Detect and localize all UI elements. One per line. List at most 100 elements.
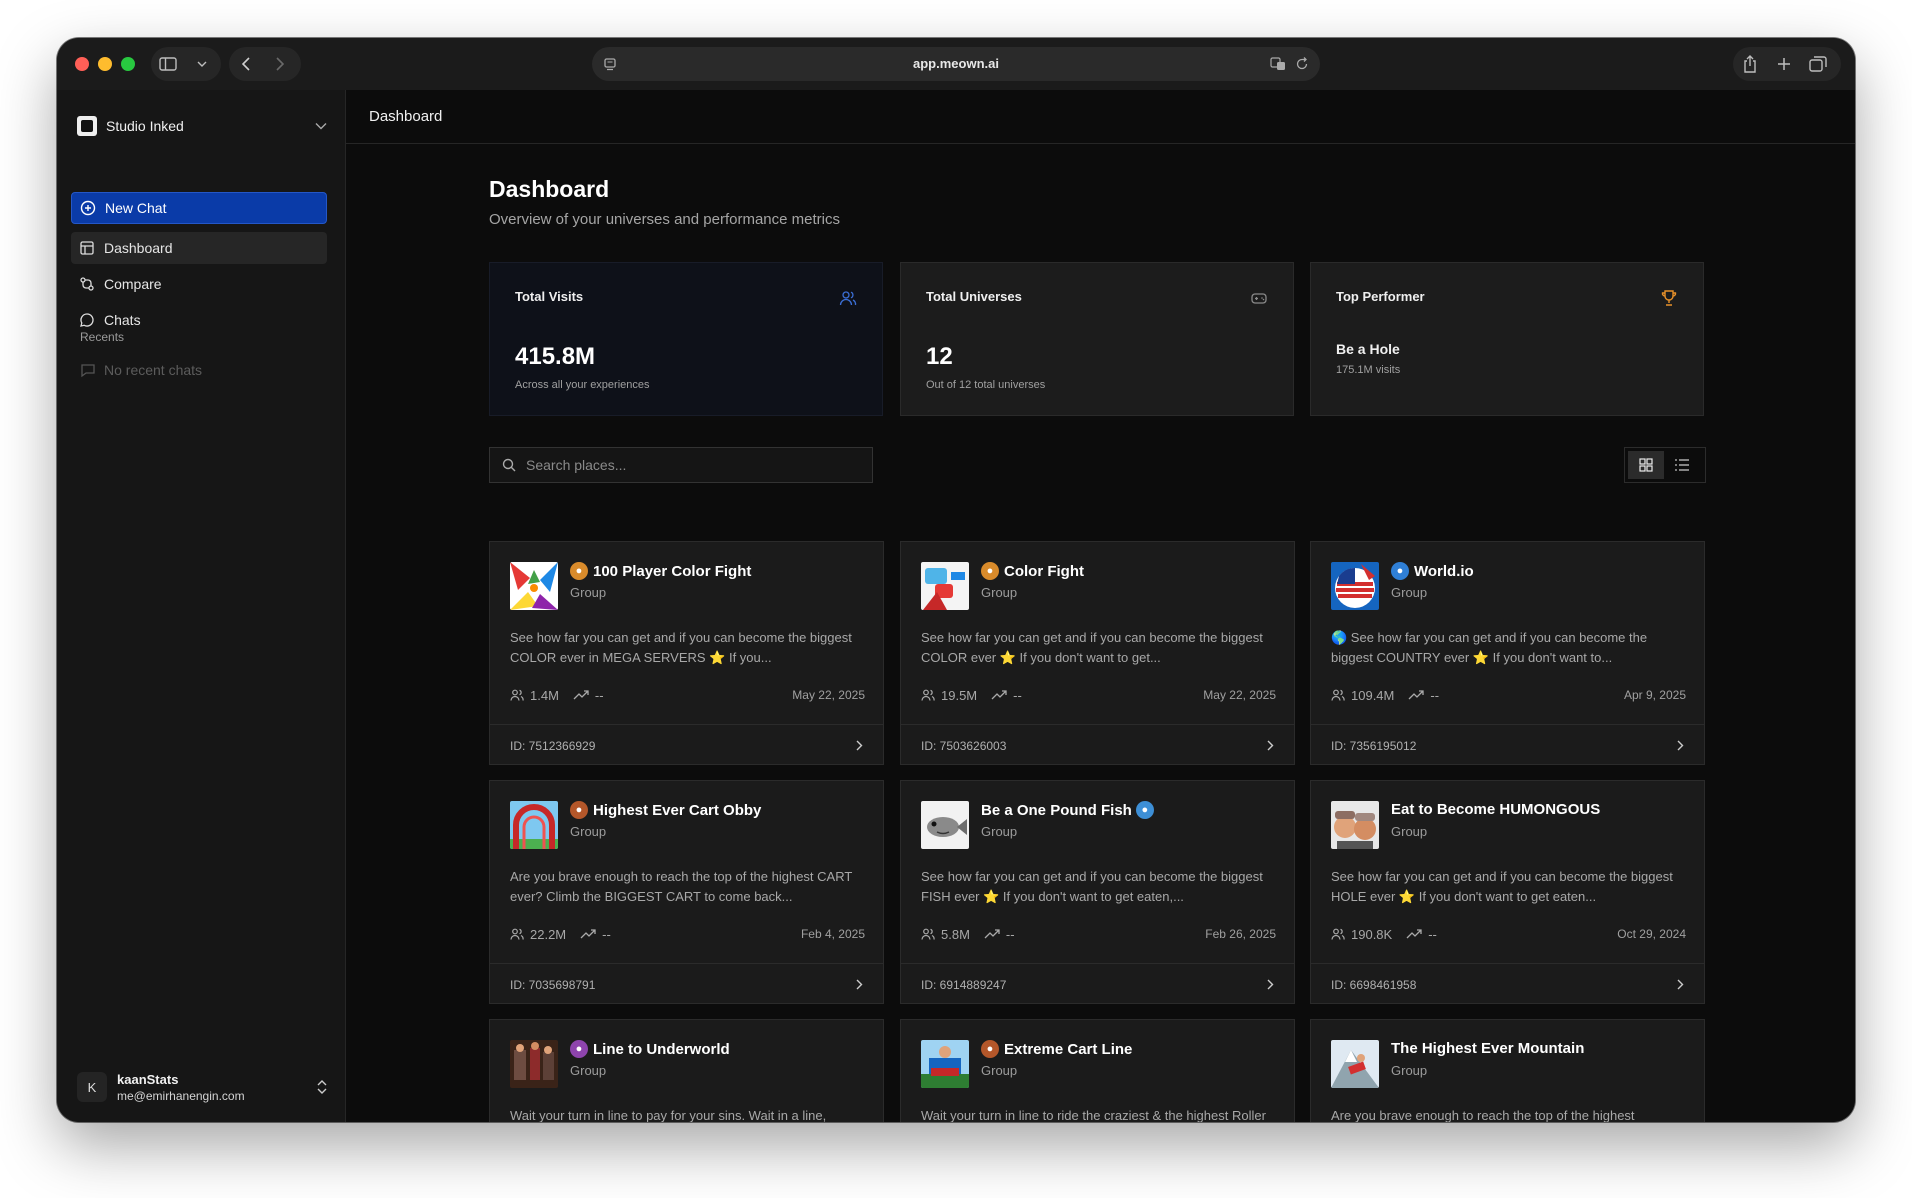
updated-date: Feb 26, 2025: [1205, 927, 1276, 941]
place-card[interactable]: Eat to Become HUMONGOUS Group See how fa…: [1310, 780, 1705, 1004]
updated-date: May 22, 2025: [1203, 688, 1276, 702]
sidebar: Studio Inked New Chat Dashboard Compare …: [57, 90, 345, 1122]
trend-value: --: [1430, 687, 1440, 703]
back-arrow-icon[interactable]: [229, 47, 263, 81]
chevron-down-icon: [315, 123, 327, 130]
sidebar-item-dashboard[interactable]: Dashboard: [71, 232, 327, 264]
stat-note: Across all your experiences: [515, 379, 650, 391]
sidebar-item-compare[interactable]: Compare: [71, 268, 327, 300]
users-icon: [510, 689, 524, 701]
trending-up-icon: [580, 929, 596, 939]
stat-label: Total Visits: [515, 289, 584, 304]
page-title: Dashboard: [489, 176, 610, 202]
place-title-text: Be a One Pound Fish: [981, 801, 1132, 819]
user-menu[interactable]: K kaanStats me@emirhanengin.com: [77, 1068, 327, 1106]
stat-label: Total Universes: [926, 289, 1022, 304]
place-metrics: 109.4M -- Apr 9, 2025: [1331, 687, 1686, 703]
place-card[interactable]: ● Extreme Cart Line Group Wait your turn…: [900, 1019, 1295, 1122]
place-id: ID: 7035698791: [510, 977, 596, 992]
zoom-window-button[interactable]: [121, 57, 135, 71]
place-card-footer[interactable]: ID: 7356195012: [1311, 724, 1704, 764]
place-card-footer[interactable]: ID: 7035698791: [490, 963, 883, 1003]
trend-value: --: [1428, 926, 1437, 942]
new-tab-icon[interactable]: [1767, 47, 1801, 81]
stat-card-total-universes: Total Universes 12 Out of 12 total unive…: [900, 262, 1294, 416]
place-card[interactable]: The Highest Ever Mountain Group Are you …: [1310, 1019, 1705, 1122]
list-view-button[interactable]: [1664, 451, 1700, 479]
place-card-footer[interactable]: ID: 6698461958: [1311, 963, 1704, 1003]
place-description: 🌎 See how far you can get and if you can…: [1331, 630, 1648, 665]
place-card[interactable]: Be a One Pound Fish ● Group See how far …: [900, 780, 1295, 1004]
place-title: ● World.io: [1391, 562, 1474, 580]
stat-label: Top Performer: [1336, 289, 1425, 304]
place-type: Group: [570, 585, 607, 600]
place-card[interactable]: ● Color Fight Group See how far you can …: [900, 541, 1295, 765]
search-box[interactable]: [489, 447, 873, 483]
trending-up-icon: [573, 690, 589, 700]
address-bar[interactable]: app.meown.ai: [592, 47, 1320, 81]
share-icon[interactable]: [1733, 47, 1767, 81]
updated-date: Oct 29, 2024: [1617, 927, 1686, 941]
forward-arrow-icon[interactable]: [263, 47, 297, 81]
place-type: Group: [570, 824, 607, 839]
plus-circle-icon: [80, 200, 96, 216]
place-type: Group: [981, 1063, 1018, 1078]
trend-value: --: [1005, 926, 1015, 942]
updated-date: Apr 9, 2025: [1623, 688, 1686, 702]
close-window-button[interactable]: [75, 57, 89, 71]
place-card[interactable]: ● World.io Group 🌎 See how far you can g…: [1310, 541, 1705, 765]
place-metrics: 190.8K -- Oct 29, 2024: [1331, 926, 1686, 942]
sidebar-item-label: Dashboard: [104, 240, 173, 256]
rollercoaster-icon: ●: [570, 801, 588, 819]
place-description: See how far you can get and if you can b…: [1331, 869, 1673, 904]
place-card-footer[interactable]: ID: 7503626003: [901, 724, 1294, 764]
place-description: Wait your turn in line to ride the crazi…: [921, 1108, 1266, 1122]
place-card-footer[interactable]: ID: 6914889247: [901, 963, 1294, 1003]
stat-card-top-performer: Top Performer Be a Hole 175.1M visits: [1310, 262, 1704, 416]
user-email: me@emirhanengin.com: [117, 1088, 245, 1103]
translate-icon[interactable]: [1270, 56, 1286, 72]
place-card-footer[interactable]: ID: 7512366929: [490, 724, 883, 764]
place-description: See how far you can get and if you can b…: [510, 630, 852, 665]
grid-icon: [1639, 458, 1653, 472]
grid-view-button[interactable]: [1628, 451, 1664, 479]
place-thumbnail: [921, 1040, 969, 1088]
place-thumbnail: [1331, 562, 1379, 610]
globe-icon: ●: [1391, 562, 1409, 580]
place-type: Group: [1391, 585, 1428, 600]
search-icon: [502, 458, 516, 472]
visits-count: 5.8M: [941, 926, 970, 942]
stat-value: 415.8M: [515, 343, 596, 370]
place-card[interactable]: ● 100 Player Color Fight Group See how f…: [489, 541, 884, 765]
place-id: ID: 6914889247: [921, 977, 1007, 992]
place-type: Group: [570, 1063, 607, 1078]
palette-icon: ●: [570, 562, 588, 580]
place-type: Group: [1391, 1063, 1428, 1078]
minimize-window-button[interactable]: [98, 57, 112, 71]
list-icon: [1675, 459, 1689, 471]
place-type: Group: [1391, 824, 1428, 839]
visits-count: 22.2M: [530, 926, 567, 942]
chevron-down-icon[interactable]: [185, 47, 219, 81]
place-card[interactable]: ● Highest Ever Cart Obby Group Are you b…: [489, 780, 884, 1004]
sidebar-item-label: Compare: [104, 276, 162, 292]
place-description: Are you brave enough to reach the top of…: [1331, 1108, 1635, 1122]
sidebar-toggle-icon[interactable]: [151, 47, 185, 81]
org-switcher[interactable]: Studio Inked: [77, 112, 327, 140]
fish-icon: ●: [1135, 801, 1154, 819]
place-card[interactable]: ● Line to Underworld Group Wait your tur…: [489, 1019, 884, 1122]
trend-value: --: [1013, 687, 1022, 703]
place-title: ● Color Fight: [981, 562, 1084, 580]
place-title: ● Highest Ever Cart Obby: [570, 801, 761, 819]
new-chat-button[interactable]: New Chat: [71, 192, 327, 224]
visits-count: 1.4M: [530, 687, 559, 703]
chevron-right-icon: [856, 979, 863, 990]
search-input[interactable]: [526, 457, 846, 473]
trending-up-icon: [1408, 690, 1425, 700]
users-icon: [1331, 689, 1345, 701]
place-metrics: 19.5M -- May 22, 2025: [921, 687, 1276, 703]
place-title-text: 100 Player Color Fight: [593, 562, 752, 580]
reload-icon[interactable]: [1294, 56, 1310, 72]
tab-overview-icon[interactable]: [1801, 47, 1835, 81]
place-id: ID: 7503626003: [921, 738, 1007, 753]
